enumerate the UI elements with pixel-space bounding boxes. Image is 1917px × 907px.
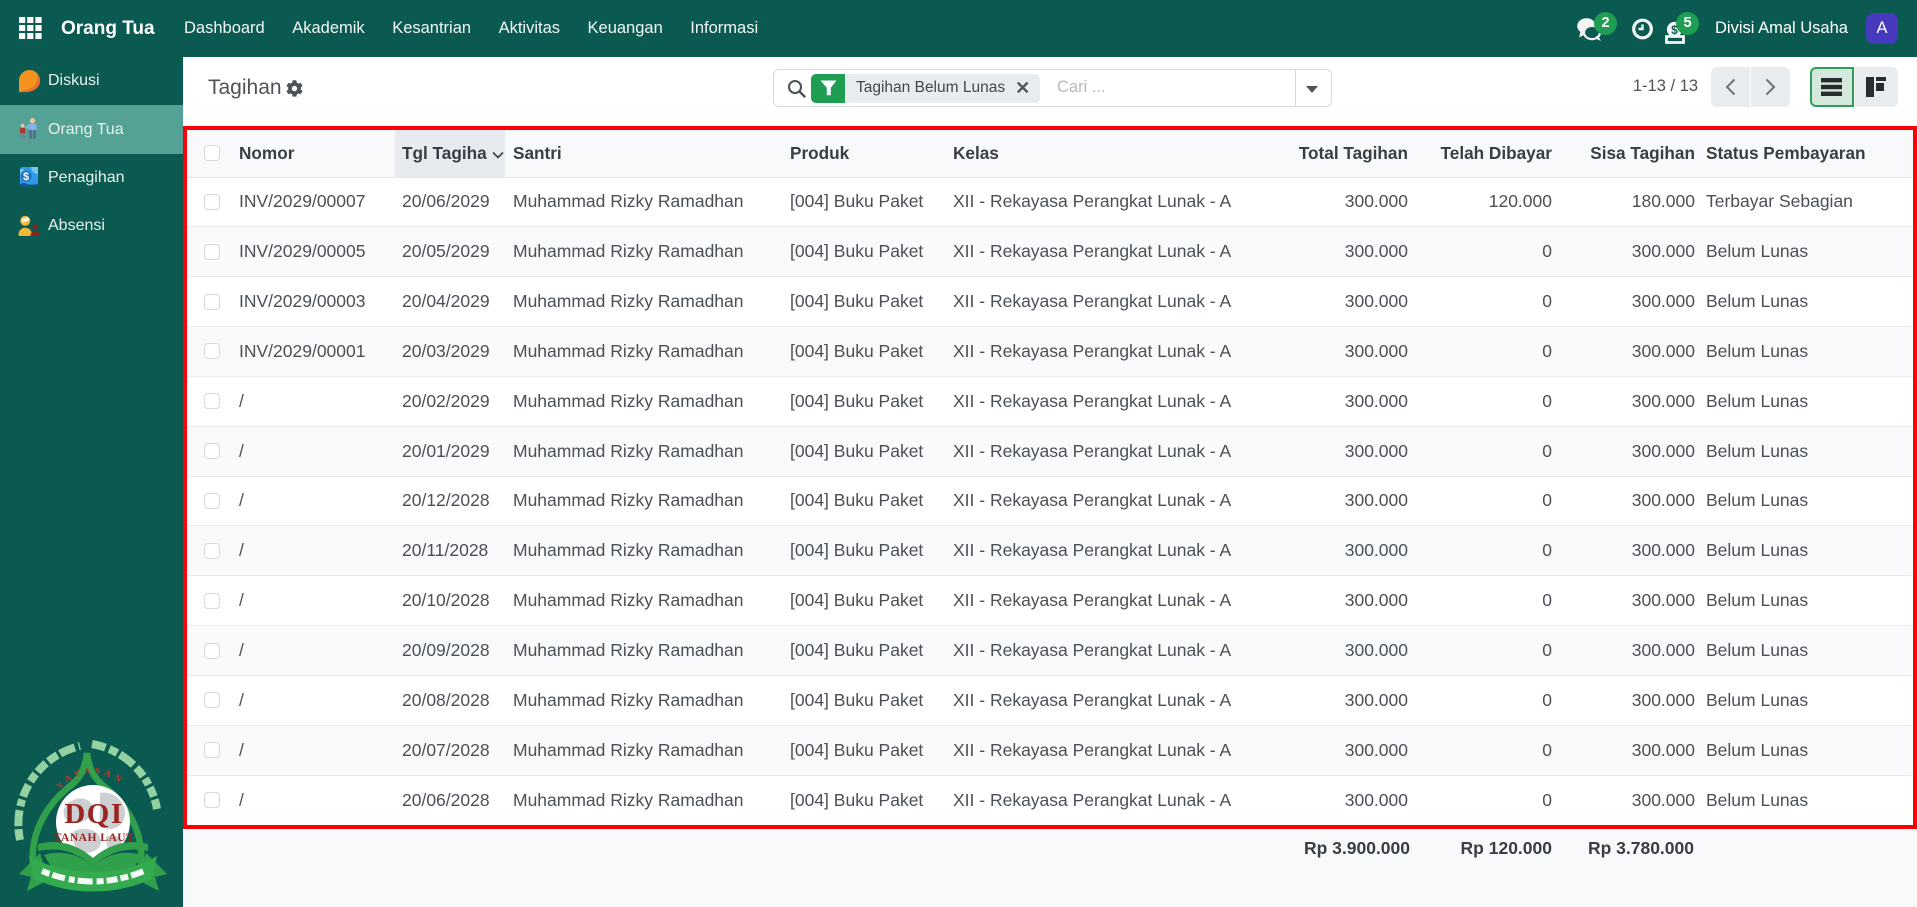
svg-text:TANAH LAUT: TANAH LAUT	[54, 832, 135, 844]
svg-text:DQI: DQI	[64, 798, 123, 830]
svg-text:$: $	[23, 171, 29, 183]
